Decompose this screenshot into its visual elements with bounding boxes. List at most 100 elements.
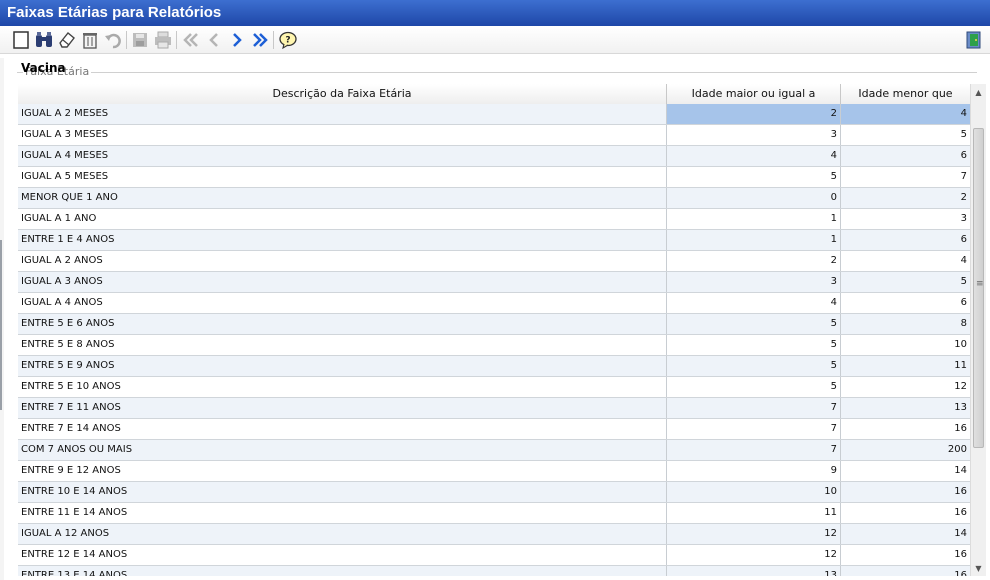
cell-age-min[interactable]: 7 — [667, 419, 841, 439]
previous-record-button[interactable] — [203, 29, 225, 51]
table-row[interactable]: ENTRE 5 E 8 ANOS 5 10 — [18, 335, 970, 356]
cell-age-max[interactable]: 11 — [841, 356, 970, 376]
cell-age-min[interactable]: 3 — [667, 125, 841, 145]
table-row[interactable]: MENOR QUE 1 ANO 0 2 — [18, 188, 970, 209]
cell-age-max[interactable]: 16 — [841, 566, 970, 576]
save-button[interactable] — [129, 29, 151, 51]
cell-age-min[interactable]: 5 — [667, 356, 841, 376]
cell-description[interactable]: ENTRE 5 E 8 ANOS — [18, 335, 667, 355]
table-row[interactable]: ENTRE 5 E 10 ANOS 5 12 — [18, 377, 970, 398]
cell-description[interactable]: ENTRE 1 E 4 ANOS — [18, 230, 667, 250]
cell-description[interactable]: ENTRE 5 E 6 ANOS — [18, 314, 667, 334]
table-row[interactable]: IGUAL A 4 ANOS 4 6 — [18, 293, 970, 314]
cell-age-max[interactable]: 14 — [841, 524, 970, 544]
scroll-thumb[interactable]: ≡ — [973, 128, 984, 448]
cell-age-max[interactable]: 3 — [841, 209, 970, 229]
cell-age-min[interactable]: 4 — [667, 146, 841, 166]
search-button[interactable] — [33, 29, 55, 51]
cell-description[interactable]: ENTRE 13 E 14 ANOS — [18, 566, 667, 576]
undo-button[interactable] — [102, 29, 124, 51]
column-header-age-min[interactable]: Idade maior ou igual a — [667, 84, 841, 104]
table-row[interactable]: ENTRE 11 E 14 ANOS 11 16 — [18, 503, 970, 524]
cell-age-max[interactable]: 200 — [841, 440, 970, 460]
cell-description[interactable]: ENTRE 10 E 14 ANOS — [18, 482, 667, 502]
vertical-scrollbar[interactable]: ▲ ≡ ▼ — [970, 84, 986, 576]
clear-button[interactable] — [56, 29, 78, 51]
table-row[interactable]: IGUAL A 3 MESES 3 5 — [18, 125, 970, 146]
cell-age-min[interactable]: 0 — [667, 188, 841, 208]
cell-age-min[interactable]: 7 — [667, 398, 841, 418]
cell-age-min[interactable]: 4 — [667, 293, 841, 313]
table-row[interactable]: ENTRE 13 E 14 ANOS 13 16 — [18, 566, 970, 576]
cell-age-max[interactable]: 16 — [841, 503, 970, 523]
cell-age-min[interactable]: 9 — [667, 461, 841, 481]
cell-age-max[interactable]: 10 — [841, 335, 970, 355]
cell-age-max[interactable]: 16 — [841, 419, 970, 439]
cell-age-min[interactable]: 5 — [667, 167, 841, 187]
cell-age-min[interactable]: 1 — [667, 209, 841, 229]
scroll-down-button[interactable]: ▼ — [971, 560, 986, 576]
cell-age-max[interactable]: 16 — [841, 545, 970, 565]
scroll-up-button[interactable]: ▲ — [971, 84, 986, 100]
cell-description[interactable]: ENTRE 11 E 14 ANOS — [18, 503, 667, 523]
cell-age-min[interactable]: 12 — [667, 524, 841, 544]
cell-age-max[interactable]: 8 — [841, 314, 970, 334]
cell-description[interactable]: IGUAL A 2 ANOS — [18, 251, 667, 271]
table-row[interactable]: ENTRE 9 E 12 ANOS 9 14 — [18, 461, 970, 482]
cell-age-max[interactable]: 12 — [841, 377, 970, 397]
cell-age-max[interactable]: 7 — [841, 167, 970, 187]
cell-description[interactable]: MENOR QUE 1 ANO — [18, 188, 667, 208]
table-row[interactable]: ENTRE 7 E 11 ANOS 7 13 — [18, 398, 970, 419]
first-record-button[interactable] — [180, 29, 202, 51]
cell-age-min[interactable]: 10 — [667, 482, 841, 502]
print-button[interactable] — [152, 29, 174, 51]
exit-button[interactable] — [963, 29, 985, 51]
cell-age-min[interactable]: 13 — [667, 566, 841, 576]
cell-age-min[interactable]: 1 — [667, 230, 841, 250]
table-row[interactable]: IGUAL A 2 ANOS 2 4 — [18, 251, 970, 272]
cell-description[interactable]: IGUAL A 4 ANOS — [18, 293, 667, 313]
cell-description[interactable]: IGUAL A 3 ANOS — [18, 272, 667, 292]
table-row[interactable]: IGUAL A 5 MESES 5 7 — [18, 167, 970, 188]
next-record-button[interactable] — [226, 29, 248, 51]
new-button[interactable] — [10, 29, 32, 51]
cell-description[interactable]: ENTRE 7 E 11 ANOS — [18, 398, 667, 418]
table-row[interactable]: IGUAL A 2 MESES 2 4 — [18, 104, 970, 125]
table-row[interactable]: ENTRE 7 E 14 ANOS 7 16 — [18, 419, 970, 440]
cell-age-min[interactable]: 7 — [667, 440, 841, 460]
cell-age-max[interactable]: 6 — [841, 230, 970, 250]
cell-age-max[interactable]: 5 — [841, 272, 970, 292]
cell-description[interactable]: IGUAL A 3 MESES — [18, 125, 667, 145]
table-row[interactable]: ENTRE 5 E 6 ANOS 5 8 — [18, 314, 970, 335]
cell-age-max[interactable]: 6 — [841, 146, 970, 166]
column-header-age-max[interactable]: Idade menor que — [841, 84, 970, 104]
cell-description[interactable]: IGUAL A 5 MESES — [18, 167, 667, 187]
cell-description[interactable]: ENTRE 5 E 9 ANOS — [18, 356, 667, 376]
column-header-description[interactable]: Descrição da Faixa Etária — [18, 84, 667, 104]
table-row[interactable]: ENTRE 5 E 9 ANOS 5 11 — [18, 356, 970, 377]
table-row[interactable]: ENTRE 10 E 14 ANOS 10 16 — [18, 482, 970, 503]
cell-age-min[interactable]: 2 — [667, 104, 841, 124]
cell-description[interactable]: ENTRE 9 E 12 ANOS — [18, 461, 667, 481]
cell-description[interactable]: IGUAL A 1 ANO — [18, 209, 667, 229]
table-row[interactable]: IGUAL A 1 ANO 1 3 — [18, 209, 970, 230]
cell-age-max[interactable]: 16 — [841, 482, 970, 502]
table-row[interactable]: IGUAL A 12 ANOS 12 14 — [18, 524, 970, 545]
cell-description[interactable]: ENTRE 12 E 14 ANOS — [18, 545, 667, 565]
cell-age-max[interactable]: 13 — [841, 398, 970, 418]
cell-age-max[interactable]: 14 — [841, 461, 970, 481]
cell-age-min[interactable]: 2 — [667, 251, 841, 271]
cell-description[interactable]: COM 7 ANOS OU MAIS — [18, 440, 667, 460]
cell-age-min[interactable]: 3 — [667, 272, 841, 292]
cell-age-max[interactable]: 6 — [841, 293, 970, 313]
cell-description[interactable]: IGUAL A 4 MESES — [18, 146, 667, 166]
table-row[interactable]: COM 7 ANOS OU MAIS 7 200 — [18, 440, 970, 461]
cell-description[interactable]: IGUAL A 2 MESES — [18, 104, 667, 124]
cell-age-min[interactable]: 11 — [667, 503, 841, 523]
cell-description[interactable]: ENTRE 5 E 10 ANOS — [18, 377, 667, 397]
cell-age-max[interactable]: 2 — [841, 188, 970, 208]
cell-description[interactable]: IGUAL A 12 ANOS — [18, 524, 667, 544]
cell-age-min[interactable]: 5 — [667, 335, 841, 355]
cell-age-min[interactable]: 5 — [667, 314, 841, 334]
last-record-button[interactable] — [249, 29, 271, 51]
